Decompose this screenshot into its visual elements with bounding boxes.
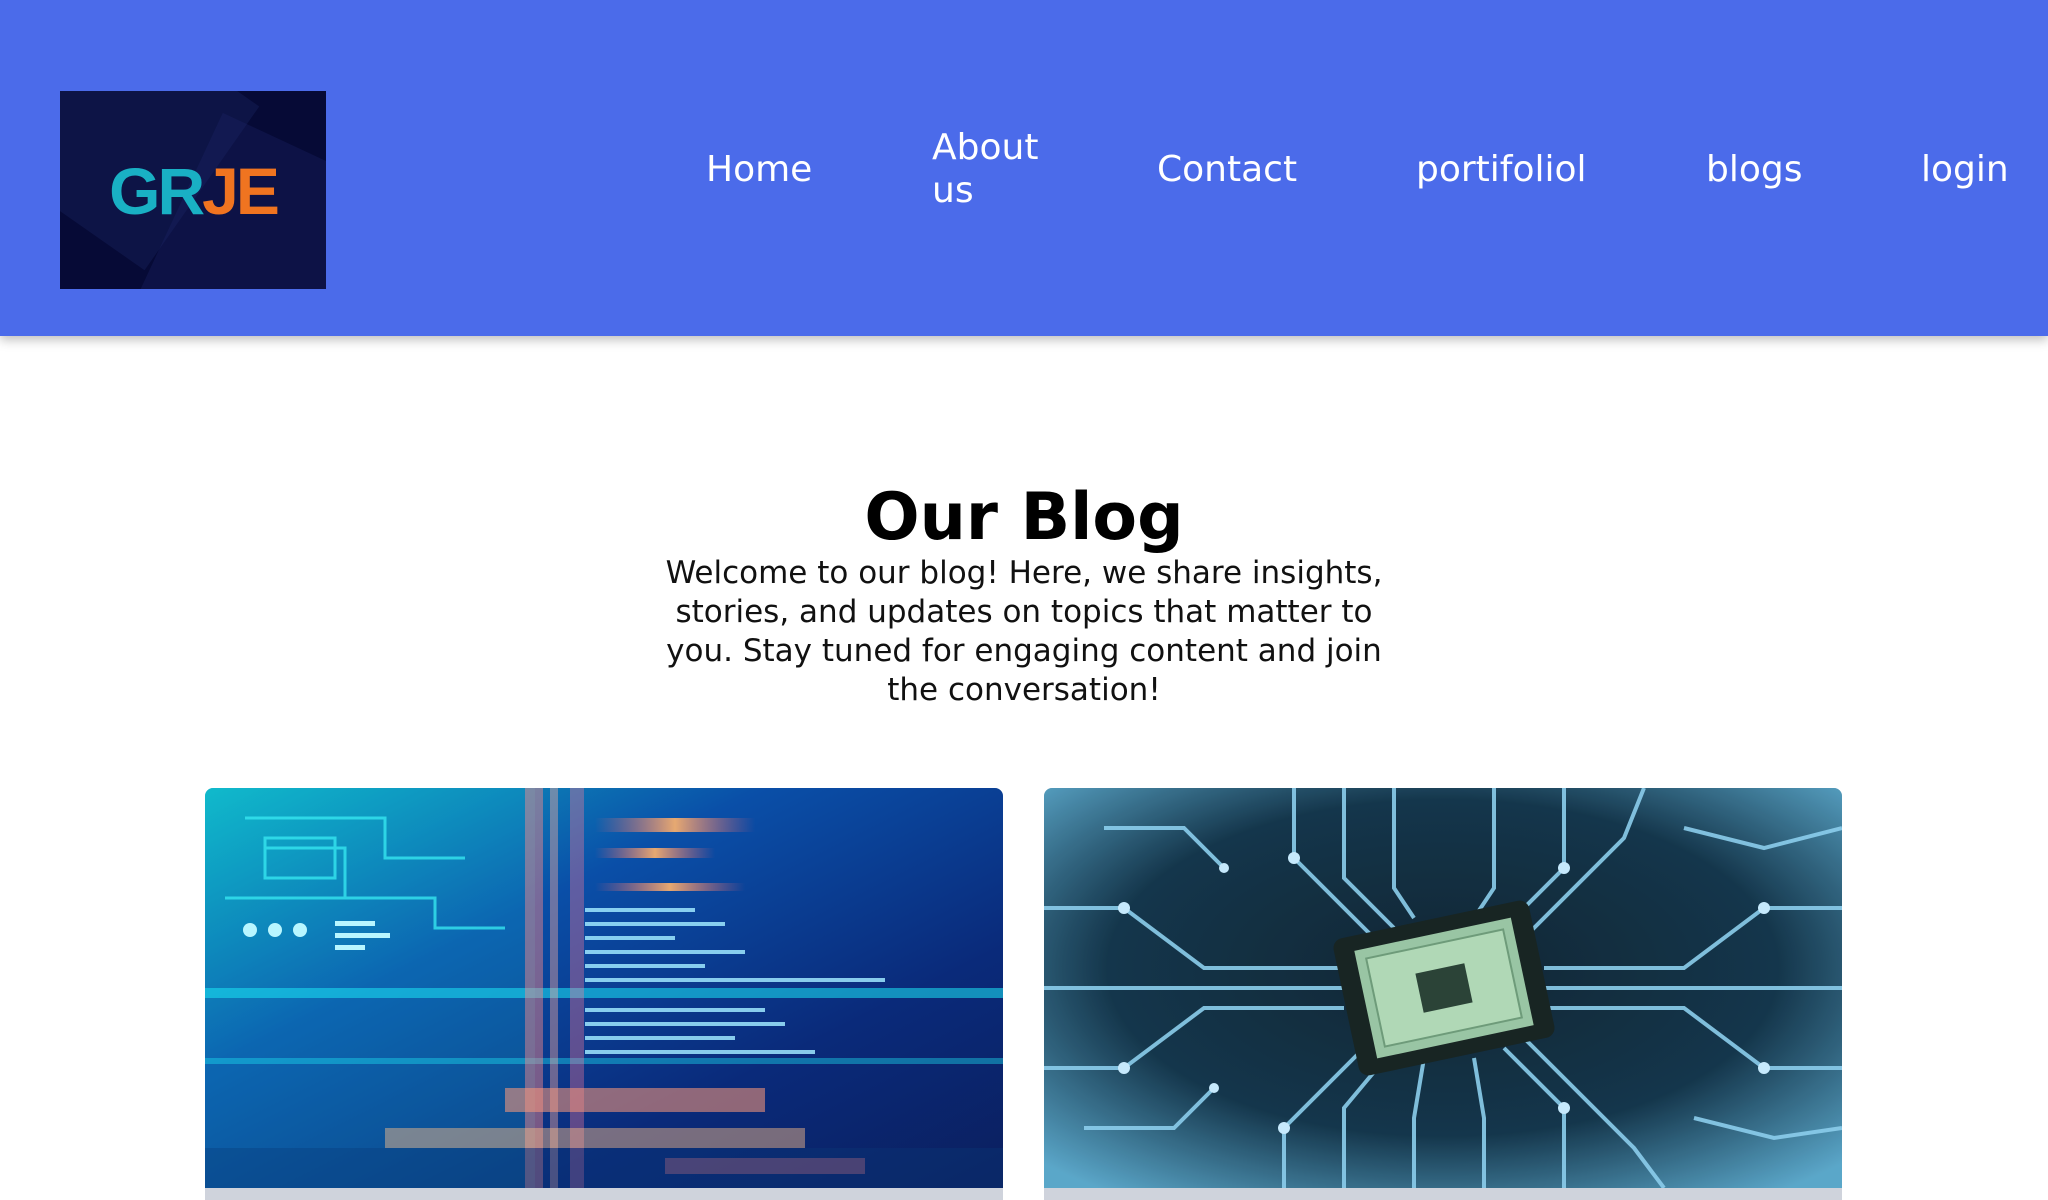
nav-home[interactable]: Home xyxy=(706,148,812,191)
logo-text-first: GR xyxy=(109,154,205,228)
site-header: GRJE Home About us Contact portifoliol b… xyxy=(0,0,2048,336)
nav-contact[interactable]: Contact xyxy=(1157,148,1297,191)
circuit-chip-image xyxy=(1044,788,1842,1188)
logo-wordmark: GRJE xyxy=(60,151,326,231)
brand-logo[interactable]: GRJE xyxy=(60,91,326,289)
nav-portifoliol[interactable]: portifoliol xyxy=(1416,148,1587,191)
nav-login[interactable]: login xyxy=(1921,148,2009,191)
page-intro: Welcome to our blog! Here, we share insi… xyxy=(665,555,1383,708)
logo-text-second: JE xyxy=(202,154,280,228)
nav-about-us[interactable]: About us xyxy=(932,126,1062,212)
code-hud-image xyxy=(205,788,1003,1188)
blog-card[interactable] xyxy=(205,788,1003,1200)
page-title: Our Blog xyxy=(864,480,1184,555)
blog-card[interactable] xyxy=(1044,788,1842,1200)
nav-blogs[interactable]: blogs xyxy=(1706,148,1803,191)
